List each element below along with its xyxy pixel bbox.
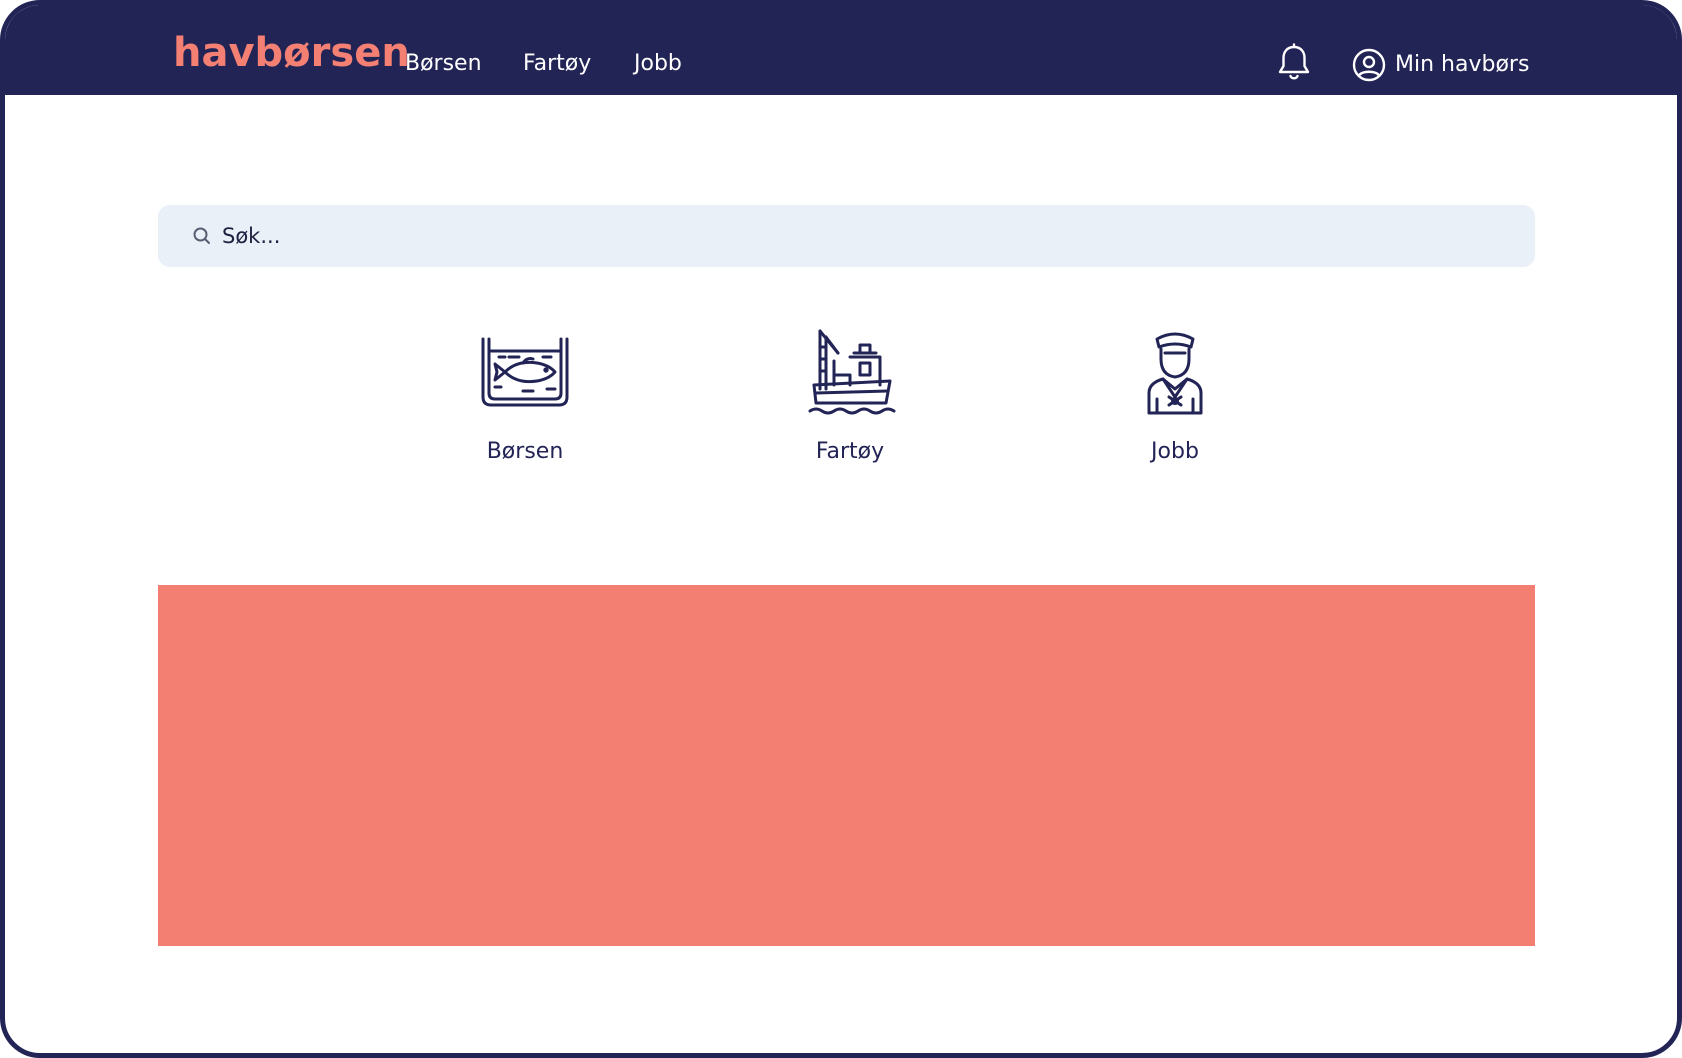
sailor-icon [1147, 332, 1203, 415]
nav-link-jobb[interactable]: Jobb [634, 53, 682, 75]
bell-icon[interactable] [1277, 43, 1311, 83]
category-label-fartoy: Fartøy [815, 439, 885, 464]
category-fartoy[interactable]: Fartøy [750, 327, 950, 477]
category-label-jobb: Jobb [1151, 439, 1199, 464]
fish-tank-icon [481, 337, 569, 407]
category-label-borsen: Børsen [486, 439, 564, 464]
category-jobb[interactable]: Jobb [1075, 327, 1275, 477]
app-window: havbørsen Børsen Fartøy Jobb Min havbørs [0, 0, 1682, 1058]
top-navbar: havbørsen Børsen Fartøy Jobb Min havbørs [5, 5, 1677, 95]
nav-link-borsen[interactable]: Børsen [405, 53, 482, 75]
fishing-boat-icon [808, 329, 896, 415]
logo[interactable]: havbørsen [173, 33, 410, 73]
search-input[interactable] [222, 205, 1512, 267]
user-circle-icon [1352, 48, 1386, 82]
account-label: Min havbørs [1395, 52, 1530, 77]
nav-link-fartoy[interactable]: Fartøy [523, 53, 591, 75]
promo-banner [158, 585, 1535, 946]
account-link[interactable]: Min havbørs [1351, 45, 1529, 85]
category-borsen[interactable]: Børsen [425, 327, 625, 477]
search-icon [193, 227, 210, 244]
search-bar [158, 205, 1535, 267]
